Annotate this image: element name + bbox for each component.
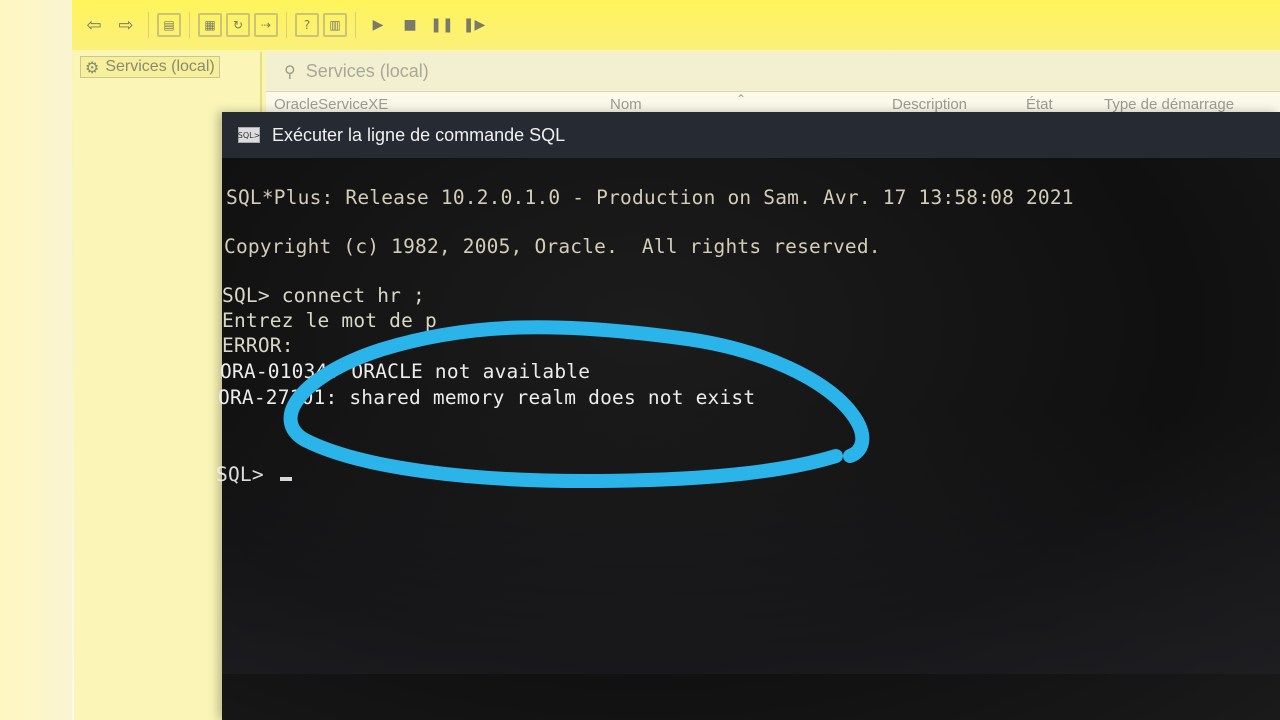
toolbar-separator: [148, 12, 149, 38]
mmc-toolbar: ⇦ ⇨ ▤ ▦ ↻ ⇢ ? ▥ ▶ ■ ❚❚ ❚▶: [72, 0, 1280, 50]
export-list-icon[interactable]: ⇢: [254, 13, 278, 37]
forward-arrow-icon[interactable]: ⇨: [112, 11, 140, 39]
window-left-edge: [0, 0, 72, 720]
toolbar-separator: [355, 12, 356, 38]
show-hide-console-tree-icon[interactable]: ▤: [157, 13, 181, 37]
refresh-icon[interactable]: ↻: [226, 13, 250, 37]
tree-item-label: Services (local): [105, 58, 215, 75]
selected-service-name: OracleServiceXE: [274, 96, 389, 113]
text-cursor: [279, 477, 292, 481]
action-pane-icon[interactable]: ▥: [323, 13, 347, 37]
copyright-line: Copyright (c) 1982, 2005, Oracle. All ri…: [224, 235, 881, 258]
stop-service-icon[interactable]: ■: [396, 11, 424, 39]
pause-service-icon[interactable]: ❚❚: [428, 11, 456, 39]
toolbar-separator: [189, 12, 190, 38]
column-header-name[interactable]: Nom: [610, 96, 642, 113]
ora-27101-error-line: ORA-27101: shared memory realm does not …: [218, 386, 756, 409]
help-icon[interactable]: ?: [295, 13, 319, 37]
connect-command-line: SQL> connect hr ;: [222, 284, 425, 307]
gear-icon: ⚙: [85, 57, 100, 77]
error-label-line: ERROR:: [222, 334, 294, 357]
sql-prompt-line[interactable]: SQL>: [216, 463, 292, 486]
console-title-bar[interactable]: SQL> Exécuter la ligne de commande SQL: [222, 112, 1280, 158]
sqlplus-console-window[interactable]: SQL> Exécuter la ligne de commande SQL S…: [216, 112, 1280, 720]
ora-01034-error-line: ORA-01034: ORACLE not available: [220, 360, 591, 383]
column-header-state[interactable]: État: [1026, 96, 1053, 113]
column-header-description[interactable]: Description: [892, 96, 967, 113]
window-title: Exécuter la ligne de commande SQL: [272, 124, 566, 145]
properties-icon[interactable]: ▦: [198, 13, 222, 37]
sql-app-icon: SQL>: [238, 127, 260, 143]
search-icon: ⚲: [284, 62, 296, 81]
release-line: SQL*Plus: Release 10.2.0.1.0 - Productio…: [226, 186, 1074, 209]
start-service-icon[interactable]: ▶: [364, 11, 392, 39]
pane-title: Services (local): [305, 61, 429, 81]
password-prompt-line: Entrez le mot de p: [222, 309, 437, 332]
sql-prompt: SQL>: [216, 463, 276, 486]
back-arrow-icon[interactable]: ⇦: [80, 11, 108, 39]
restart-service-icon[interactable]: ❚▶: [460, 11, 488, 39]
console-output[interactable]: SQL*Plus: Release 10.2.0.1.0 - Productio…: [216, 158, 1280, 720]
pane-header: ⚲ Services (local): [266, 52, 1280, 92]
sort-chevron-icon: ⌃: [736, 92, 747, 106]
column-header-startup-type[interactable]: Type de démarrage: [1104, 96, 1234, 113]
toolbar-separator: [286, 12, 287, 38]
tree-item-services-local[interactable]: ⚙ Services (local): [80, 56, 220, 78]
